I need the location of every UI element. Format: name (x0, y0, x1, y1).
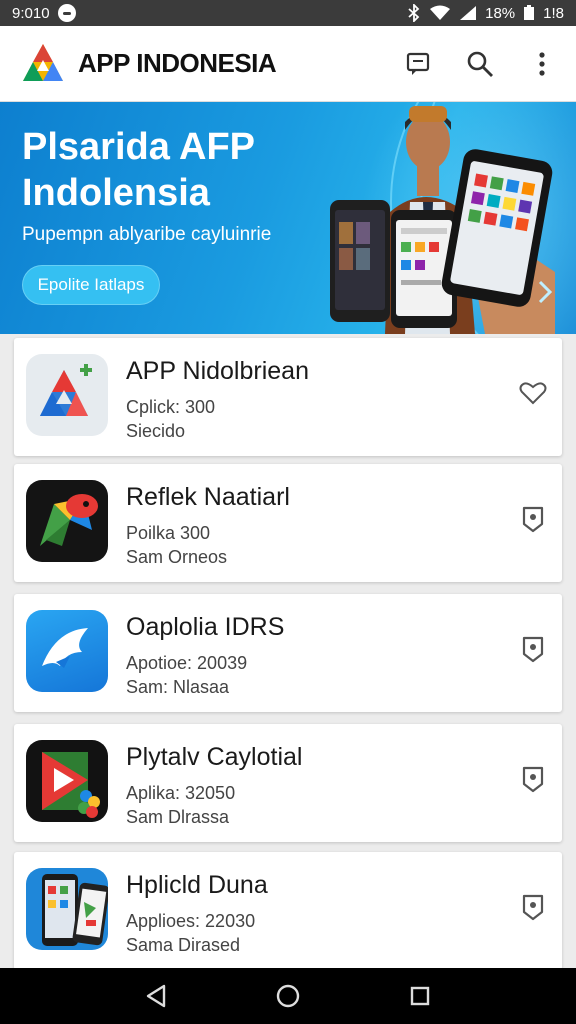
status-time: 9:010 (12, 4, 50, 22)
app-meta: Apotioe: 20039 (126, 653, 248, 673)
hero-subtitle: Pupempn ablyaribe cayluinrie (22, 224, 272, 245)
notification-icon (57, 4, 76, 22)
list-item[interactable]: Plytalv Caylotial Aplika: 32050 Sam Dlra… (14, 724, 562, 842)
card-text: Oaplolia IDRS Apotioe: 20039 Sam: Nlasaa (126, 612, 496, 698)
wifi-icon (430, 5, 451, 20)
app-bar: APP INDONESIA (0, 26, 576, 102)
list-item[interactable]: Reflek Naatiarl Poilka 300 Sam Orneos (14, 464, 562, 582)
colorful-bird-icon (26, 480, 108, 562)
blue-bird-icon (26, 610, 108, 692)
app-meta: Aplika: 32050 (126, 783, 236, 803)
phones-icon (26, 868, 108, 950)
app-title: APP INDONESIA (78, 48, 277, 78)
battery-icon (524, 5, 535, 20)
hero-title-line2: Indolensia (22, 172, 210, 214)
recents-icon[interactable] (400, 976, 440, 1016)
feedback-icon[interactable] (402, 48, 434, 80)
status-right: 18% 1!8 (407, 4, 564, 22)
status-clock-right: 1!8 (543, 4, 564, 22)
hero-banner[interactable]: Plsarida AFP Indolensia Pupempn ablyarib… (0, 102, 576, 334)
shield-badge-icon[interactable] (518, 764, 548, 794)
card-text: Hplicld Duna Applioes: 22030 Sama Dirase… (126, 870, 496, 956)
bluetooth-icon (408, 4, 420, 22)
shield-badge-icon[interactable] (518, 892, 548, 922)
status-bar: 9:010 18% 1!8 (0, 0, 576, 26)
app-meta: Cplick: 300 (126, 397, 216, 417)
signal-icon (460, 6, 477, 20)
card-text: Plytalv Caylotial Aplika: 32050 Sam Dlra… (126, 742, 496, 828)
app-name: APP Nidolbriean (126, 357, 309, 385)
app-name: Hplicld Duna (126, 871, 268, 899)
card-text: Reflek Naatiarl Poilka 300 Sam Orneos (126, 482, 496, 568)
triangle-logo-icon (26, 354, 108, 436)
app-logo-icon (23, 43, 63, 81)
hero-person-with-phones-image (330, 106, 555, 334)
shield-badge-icon[interactable] (518, 504, 548, 534)
play-flower-icon (26, 740, 108, 822)
app-publisher: Sam Orneos (126, 547, 228, 567)
app-name: Plytalv Caylotial (126, 743, 303, 771)
list-item[interactable]: APP Nidolbriean Cplick: 300 Siecido (14, 338, 562, 456)
system-nav-bar (0, 968, 576, 1024)
app-meta: Applioes: 22030 (126, 911, 256, 931)
hero-cta-button[interactable]: Epolite Iatlaps (22, 265, 160, 305)
more-vert-icon[interactable] (526, 48, 558, 80)
app-publisher: Sam Dlrassa (126, 807, 230, 827)
app-meta: Poilka 300 (126, 523, 211, 543)
app-publisher: Siecido (126, 421, 186, 441)
heart-outline-icon[interactable] (518, 378, 548, 408)
app-name: Reflek Naatiarl (126, 483, 290, 511)
search-icon[interactable] (464, 48, 496, 80)
list-item[interactable]: Oaplolia IDRS Apotioe: 20039 Sam: Nlasaa (14, 594, 562, 712)
home-icon[interactable] (268, 976, 308, 1016)
app-publisher: Sam: Nlasaa (126, 677, 230, 697)
appbar-actions (402, 48, 558, 80)
shield-badge-icon[interactable] (518, 634, 548, 664)
hero-title-line1: Plsarida AFP (22, 126, 256, 168)
status-left: 9:010 (12, 4, 76, 22)
app-publisher: Sama Dirased (126, 935, 241, 955)
app-name: Oaplolia IDRS (126, 613, 285, 641)
back-icon[interactable] (136, 976, 176, 1016)
list-item[interactable]: Hplicld Duna Applioes: 22030 Sama Dirase… (14, 852, 562, 970)
hero-title: Plsarida AFP Indolensia (22, 124, 342, 216)
card-text: APP Nidolbriean Cplick: 300 Siecido (126, 356, 496, 442)
battery-percent: 18% (485, 4, 516, 22)
